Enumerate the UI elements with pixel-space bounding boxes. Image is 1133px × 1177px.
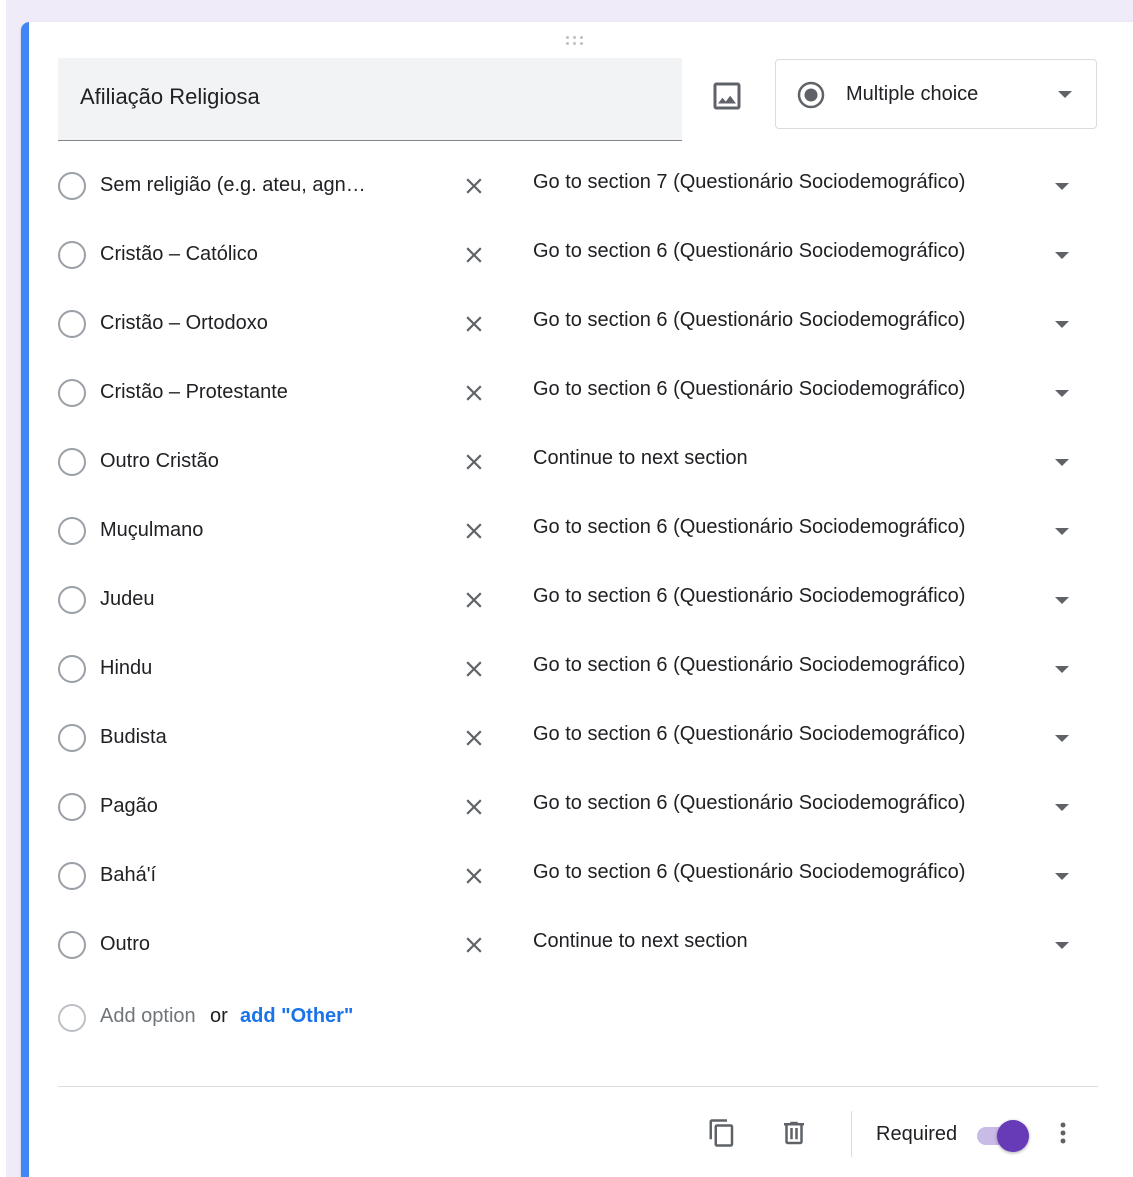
add-other-button[interactable]: add "Other"	[240, 1005, 353, 1028]
close-icon[interactable]	[461, 794, 487, 820]
option-row[interactable]: Pagão Go to section 6 (Questionário Soci…	[21, 772, 1133, 841]
close-icon[interactable]	[461, 863, 487, 889]
trash-icon[interactable]	[779, 1118, 809, 1148]
option-row[interactable]: Bahá'í Go to section 6 (Questionário Soc…	[21, 841, 1133, 910]
question-title-field[interactable]: Afiliação Religiosa	[58, 58, 682, 141]
section-goto-dropdown[interactable]: Go to section 6 (Questionário Sociodemog…	[533, 654, 965, 677]
radio-empty-icon	[58, 931, 86, 959]
option-label[interactable]: Cristão – Protestante	[100, 381, 288, 404]
radio-empty-icon	[58, 379, 86, 407]
option-label[interactable]: Budista	[100, 726, 167, 749]
drag-handle-icon[interactable]	[566, 36, 588, 48]
chevron-down-icon[interactable]	[1055, 873, 1069, 880]
close-icon[interactable]	[461, 449, 487, 475]
option-label[interactable]: Judeu	[100, 588, 155, 611]
radio-empty-icon	[58, 586, 86, 614]
option-row[interactable]: Sem religião (e.g. ateu, agn… Go to sect…	[21, 151, 1133, 220]
radio-empty-icon	[58, 724, 86, 752]
close-icon[interactable]	[461, 587, 487, 613]
chevron-down-icon[interactable]	[1055, 321, 1069, 328]
radio-empty-icon	[58, 172, 86, 200]
option-label[interactable]: Bahá'í	[100, 864, 156, 887]
option-label[interactable]: Sem religião (e.g. ateu, agn…	[100, 174, 366, 197]
chevron-down-icon[interactable]	[1055, 528, 1069, 535]
question-type-dropdown[interactable]: Multiple choice	[775, 59, 1097, 129]
question-title: Afiliação Religiosa	[80, 84, 260, 109]
close-icon[interactable]	[461, 380, 487, 406]
close-icon[interactable]	[461, 656, 487, 682]
toggle-knob	[997, 1120, 1029, 1152]
option-label[interactable]: Cristão – Católico	[100, 243, 258, 266]
option-row[interactable]: Cristão – Ortodoxo Go to section 6 (Ques…	[21, 289, 1133, 358]
radio-empty-icon	[58, 793, 86, 821]
add-image-button[interactable]	[709, 78, 745, 114]
close-icon[interactable]	[461, 173, 487, 199]
radio-empty-icon	[58, 241, 86, 269]
option-label[interactable]: Cristão – Ortodoxo	[100, 312, 268, 335]
chevron-down-icon[interactable]	[1055, 252, 1069, 259]
section-goto-dropdown[interactable]: Go to section 6 (Questionário Sociodemog…	[533, 585, 965, 608]
section-goto-dropdown[interactable]: Go to section 6 (Questionário Sociodemog…	[533, 723, 965, 746]
duplicate-icon[interactable]	[707, 1118, 737, 1148]
chevron-down-icon[interactable]	[1055, 804, 1069, 811]
option-row[interactable]: Muçulmano Go to section 6 (Questionário …	[21, 496, 1133, 565]
image-icon	[713, 82, 741, 110]
add-option-input[interactable]: Add option	[100, 1005, 196, 1028]
section-goto-dropdown[interactable]: Continue to next section	[533, 447, 748, 470]
option-row[interactable]: Budista Go to section 6 (Questionário So…	[21, 703, 1133, 772]
chevron-down-icon[interactable]	[1055, 942, 1069, 949]
section-goto-dropdown[interactable]: Go to section 6 (Questionário Sociodemog…	[533, 240, 965, 263]
close-icon[interactable]	[461, 932, 487, 958]
option-label[interactable]: Outro	[100, 933, 150, 956]
add-option-row: Add option or add "Other"	[21, 985, 1133, 1045]
option-row[interactable]: Outro Continue to next section	[21, 910, 1133, 979]
section-goto-dropdown[interactable]: Go to section 6 (Questionário Sociodemog…	[533, 792, 965, 815]
chevron-down-icon[interactable]	[1055, 735, 1069, 742]
section-goto-dropdown[interactable]: Go to section 7 (Questionário Sociodemog…	[533, 171, 965, 194]
close-icon[interactable]	[461, 725, 487, 751]
option-row[interactable]: Cristão – Católico Go to section 6 (Ques…	[21, 220, 1133, 289]
more-vert-icon[interactable]	[1051, 1118, 1075, 1148]
section-goto-dropdown[interactable]: Go to section 6 (Questionário Sociodemog…	[533, 861, 965, 884]
radio-empty-icon	[58, 862, 86, 890]
question-card[interactable]: Afiliação Religiosa Multiple choice Sem …	[21, 22, 1133, 1177]
option-label[interactable]: Hindu	[100, 657, 152, 680]
close-icon[interactable]	[461, 518, 487, 544]
section-goto-dropdown[interactable]: Go to section 6 (Questionário Sociodemog…	[533, 378, 965, 401]
option-label[interactable]: Muçulmano	[100, 519, 203, 542]
option-label[interactable]: Pagão	[100, 795, 158, 818]
required-toggle[interactable]	[975, 1120, 1031, 1152]
chevron-down-icon[interactable]	[1055, 666, 1069, 673]
close-icon[interactable]	[461, 242, 487, 268]
option-row[interactable]: Hindu Go to section 6 (Questionário Soci…	[21, 634, 1133, 703]
chevron-down-icon[interactable]	[1055, 183, 1069, 190]
close-icon[interactable]	[461, 311, 487, 337]
option-label[interactable]: Outro Cristão	[100, 450, 219, 473]
chevron-down-icon[interactable]	[1055, 459, 1069, 466]
footer-separator	[851, 1111, 852, 1157]
question-type-label: Multiple choice	[846, 83, 979, 105]
option-row[interactable]: Judeu Go to section 6 (Questionário Soci…	[21, 565, 1133, 634]
left-edge	[0, 0, 6, 1177]
radio-checked-icon	[797, 81, 825, 109]
section-goto-dropdown[interactable]: Go to section 6 (Questionário Sociodemog…	[533, 309, 965, 332]
radio-empty-icon	[58, 310, 86, 338]
option-row[interactable]: Cristão – Protestante Go to section 6 (Q…	[21, 358, 1133, 427]
section-goto-dropdown[interactable]: Go to section 6 (Questionário Sociodemog…	[533, 516, 965, 539]
footer-divider	[58, 1086, 1098, 1087]
section-goto-dropdown[interactable]: Continue to next section	[533, 930, 748, 953]
radio-empty-icon	[58, 448, 86, 476]
radio-empty-icon	[58, 1004, 86, 1032]
required-label: Required	[876, 1123, 958, 1145]
radio-empty-icon	[58, 655, 86, 683]
or-text: or	[210, 1005, 228, 1027]
chevron-down-icon	[1058, 91, 1072, 98]
chevron-down-icon[interactable]	[1055, 597, 1069, 604]
radio-empty-icon	[58, 517, 86, 545]
chevron-down-icon[interactable]	[1055, 390, 1069, 397]
option-row[interactable]: Outro Cristão Continue to next section	[21, 427, 1133, 496]
